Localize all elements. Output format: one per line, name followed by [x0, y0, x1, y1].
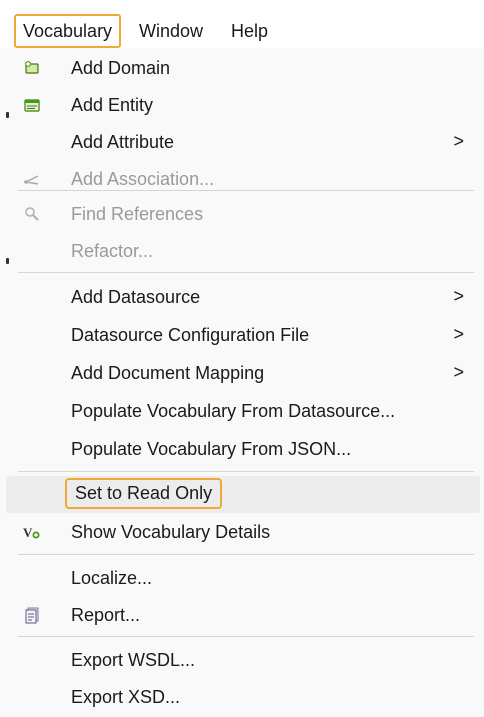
menu-item-populate-from-datasource[interactable]: Populate Vocabulary From Datasource...: [0, 393, 484, 430]
menu-item-label: Show Vocabulary Details: [71, 522, 271, 542]
menu-help[interactable]: Help: [225, 14, 274, 48]
vocabulary-details-icon: V: [23, 523, 41, 541]
menu-item-label: Export WSDL...: [71, 650, 196, 670]
menu-item-label: Populate Vocabulary From Datasource...: [71, 401, 396, 421]
menu-item-label: Localize...: [71, 568, 153, 588]
menu-item-show-vocabulary-details[interactable]: V Show Vocabulary Details: [0, 514, 484, 551]
menu-separator: [18, 636, 474, 637]
submenu-arrow-icon: >: [453, 286, 464, 306]
svg-text:V: V: [23, 525, 33, 540]
submenu-arrow-icon: >: [453, 131, 464, 151]
domain-icon: [23, 59, 41, 77]
edge-artifact: [6, 258, 9, 264]
menu-item-label: Add Document Mapping: [71, 363, 265, 383]
menu-item-label: Export XSD...: [71, 687, 181, 707]
app-window: Vocabulary Window Help Add Domain Add En…: [0, 0, 484, 717]
submenu-arrow-icon: >: [453, 362, 464, 382]
menu-item-label: Report...: [71, 605, 141, 625]
menu-item-label: Datasource Configuration File: [71, 325, 310, 345]
menu-item-label: Add Attribute: [71, 132, 175, 152]
edge-artifact: [6, 112, 9, 118]
menu-item-populate-from-json[interactable]: Populate Vocabulary From JSON...: [0, 431, 484, 468]
menu-separator: [18, 554, 474, 555]
menu-item-add-domain[interactable]: Add Domain: [0, 50, 484, 87]
menu-window[interactable]: Window: [133, 14, 209, 48]
menu-item-refactor[interactable]: Refactor...: [0, 233, 484, 270]
entity-icon: [23, 96, 41, 114]
menu-item-add-datasource[interactable]: Add Datasource >: [0, 279, 484, 316]
menu-item-label: Set to Read Only: [65, 478, 223, 509]
menu-item-label: Populate Vocabulary From JSON...: [71, 439, 352, 459]
menu-item-set-read-only[interactable]: Set to Read Only: [6, 476, 480, 513]
menu-item-label: Add Entity: [71, 95, 154, 115]
menu-separator: [18, 471, 474, 472]
menu-item-localize[interactable]: Localize...: [0, 560, 484, 597]
menu-item-add-entity[interactable]: Add Entity: [0, 87, 484, 124]
menu-item-label: Find References: [71, 204, 204, 224]
menu-separator: [18, 272, 474, 273]
menu-item-datasource-configuration-file[interactable]: Datasource Configuration File >: [0, 317, 484, 354]
menu-item-label: Refactor...: [71, 241, 154, 261]
menu-item-label: Add Domain: [71, 58, 171, 78]
menu-vocabulary[interactable]: Vocabulary: [14, 14, 122, 48]
menu-item-add-document-mapping[interactable]: Add Document Mapping >: [0, 355, 484, 392]
menu-item-label: Add Datasource: [71, 287, 201, 307]
menu-item-add-attribute[interactable]: Add Attribute >: [0, 124, 484, 161]
menu-item-report[interactable]: Report...: [0, 597, 484, 634]
association-icon: [23, 170, 41, 188]
vocabulary-dropdown-menu: Add Domain Add Entity Add Attribute > Ad…: [0, 48, 484, 717]
search-icon: [23, 205, 41, 223]
menu-bar: Vocabulary Window Help: [0, 0, 484, 49]
menu-item-export-xsd[interactable]: Export XSD...: [0, 679, 484, 716]
menu-item-label: Add Association...: [71, 169, 215, 189]
menu-item-find-references[interactable]: Find References: [0, 196, 484, 233]
menu-separator: [18, 190, 474, 191]
menu-item-export-wsdl[interactable]: Export WSDL...: [0, 642, 484, 679]
menu-item-add-association[interactable]: Add Association...: [0, 161, 484, 198]
submenu-arrow-icon: >: [453, 324, 464, 344]
report-icon: [23, 606, 41, 624]
